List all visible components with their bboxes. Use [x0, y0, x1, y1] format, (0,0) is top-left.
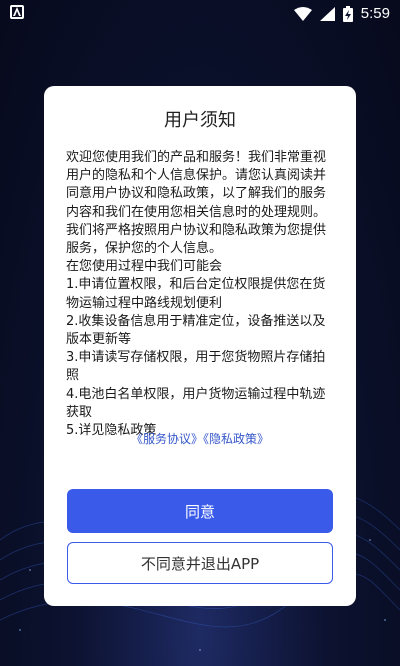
disagree-exit-button[interactable]: 不同意并退出APP — [67, 542, 333, 584]
privacy-policy-link[interactable]: 《隐私政策》 — [203, 432, 269, 446]
service-agreement-link[interactable]: 《服务协议》 — [131, 432, 203, 446]
notice-item-device-info: 2.收集设备信息用于精准定位，设备推送以及版本更新等 — [66, 313, 326, 348]
notice-line: 在您使用过程中我们可能会 — [66, 259, 223, 275]
status-time: 5:59 — [360, 5, 390, 22]
wifi-icon — [293, 6, 312, 21]
user-notice-dialog: 用户须知 欢迎您使用我们的产品和服务！我们非常重视用户的隐私和个人信息保护。请您… — [44, 86, 356, 606]
signal-icon — [319, 6, 335, 21]
dialog-title: 用户须知 — [164, 110, 236, 131]
notice-item-location: 1.申请位置权限，和后台定位权限提供您在货物运输过程中路线规划便利 — [66, 277, 326, 311]
battery-charging-icon — [342, 5, 353, 22]
dialog-body: 欢迎您使用我们的产品和服务！我们非常重视用户的隐私和个人信息保护。请您认真阅读并… — [66, 149, 338, 440]
notice-item-storage: 3.申请读写存储权限，用于您货物照片存储拍照 — [66, 350, 326, 384]
status-bar: 5:59 — [0, 0, 400, 28]
notification-a-icon — [10, 5, 24, 19]
agree-button[interactable]: 同意 — [67, 489, 333, 533]
policy-links: 《服务协议》《隐私政策》 — [44, 430, 356, 447]
notice-intro-paragraph: 欢迎您使用我们的产品和服务！我们非常重视用户的隐私和个人信息保护。请您认真阅读并… — [66, 150, 327, 257]
notice-item-battery: 4.电池白名单权限，用户货物运输过程中轨迹获取 — [66, 386, 326, 420]
